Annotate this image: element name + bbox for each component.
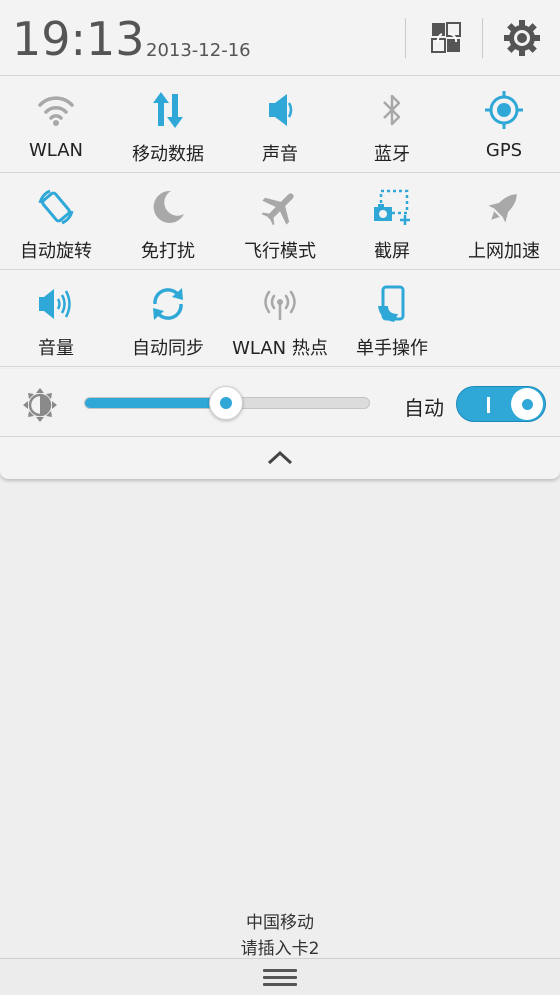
toggle-label: 免打扰 [141, 241, 195, 262]
toggle-label: WLAN [28, 140, 84, 161]
brightness-row: 自动 [0, 369, 560, 437]
toggle-label: 移动数据 [132, 144, 204, 165]
toggle-hotspot[interactable]: WLAN 热点 [224, 270, 336, 367]
toggle-auto-rotate[interactable]: 自动旋转 [0, 173, 112, 270]
gear-icon [504, 20, 540, 56]
speaker-icon [269, 94, 293, 126]
toggle-do-not-disturb[interactable]: 免打扰 [112, 173, 224, 270]
airplane-icon [261, 193, 294, 226]
one-hand-icon [378, 285, 405, 322]
auto-brightness-switch[interactable] [456, 386, 546, 422]
toggle-bluetooth[interactable]: 蓝牙 [336, 76, 448, 173]
toggle-gps[interactable]: GPS [448, 76, 560, 173]
switch-button[interactable] [424, 16, 468, 60]
toggle-airplane[interactable]: 飞行模式 [224, 173, 336, 270]
carrier-name: 中国移动 [246, 913, 314, 933]
toggle-label: WLAN 热点 [232, 338, 328, 359]
sim-status: 请插入卡2 [240, 939, 320, 959]
sync-icon [153, 288, 183, 320]
brightness-slider-thumb[interactable] [209, 386, 243, 420]
volume-icon [39, 289, 71, 319]
collapse-panel-button[interactable] [0, 437, 560, 479]
brightness-slider-fill [85, 398, 227, 408]
clock-date: 2013-12-16 [146, 40, 251, 61]
toggle-row: 音量 自动同步 WLAN 热点 单手操作 [0, 270, 560, 367]
status-header: 19:13 2013-12-16 [0, 0, 560, 76]
bluetooth-icon [383, 94, 401, 126]
menu-icon [263, 969, 297, 986]
rocket-icon [488, 194, 517, 223]
toggle-auto-sync[interactable]: 自动同步 [112, 270, 224, 367]
chevron-up-icon [267, 450, 293, 465]
divider [405, 18, 406, 58]
brightness-icon [23, 388, 57, 422]
auto-brightness-label: 自动 [404, 396, 444, 420]
toggle-label: 声音 [262, 144, 298, 165]
toggle-row: WLAN 移动数据 声音 蓝牙 GPS [0, 76, 560, 173]
mobile-data-icon [153, 92, 183, 128]
divider [482, 18, 483, 58]
moon-icon [153, 190, 184, 223]
toggle-label: 飞行模式 [244, 241, 316, 262]
wifi-icon [38, 96, 74, 126]
toggle-label: 蓝牙 [374, 144, 410, 165]
toggle-mobile-data[interactable]: 移动数据 [112, 76, 224, 173]
settings-button[interactable] [500, 16, 544, 60]
clock-time: 19:13 [12, 12, 145, 66]
quick-settings-grid: WLAN 移动数据 声音 蓝牙 GPS 自动旋转 免打扰 飞行模式 截屏 上网加… [0, 76, 560, 368]
notification-drawer-handle[interactable] [0, 958, 560, 995]
toggle-label: 单手操作 [356, 338, 428, 359]
rotate-icon [38, 189, 74, 225]
toggle-label: 自动旋转 [20, 241, 92, 262]
toggle-volume[interactable]: 音量 [0, 270, 112, 367]
toggle-screenshot[interactable]: 截屏 [336, 173, 448, 270]
toggle-label: 上网加速 [468, 241, 540, 262]
toggle-wlan[interactable]: WLAN [0, 76, 112, 173]
hotspot-icon [264, 290, 296, 320]
switch-icon [431, 22, 461, 53]
toggle-label: GPS [485, 140, 523, 161]
toggle-boost[interactable]: 上网加速 [448, 173, 560, 270]
gps-icon [485, 91, 523, 129]
toggle-label: 自动同步 [132, 338, 204, 359]
toggle-label: 音量 [38, 338, 74, 359]
toggle-one-hand[interactable]: 单手操作 [336, 270, 448, 367]
toggle-sound[interactable]: 声音 [224, 76, 336, 173]
screenshot-icon [374, 189, 410, 225]
toggle-label: 截屏 [374, 241, 410, 262]
toggle-row: 自动旋转 免打扰 飞行模式 截屏 上网加速 [0, 173, 560, 270]
